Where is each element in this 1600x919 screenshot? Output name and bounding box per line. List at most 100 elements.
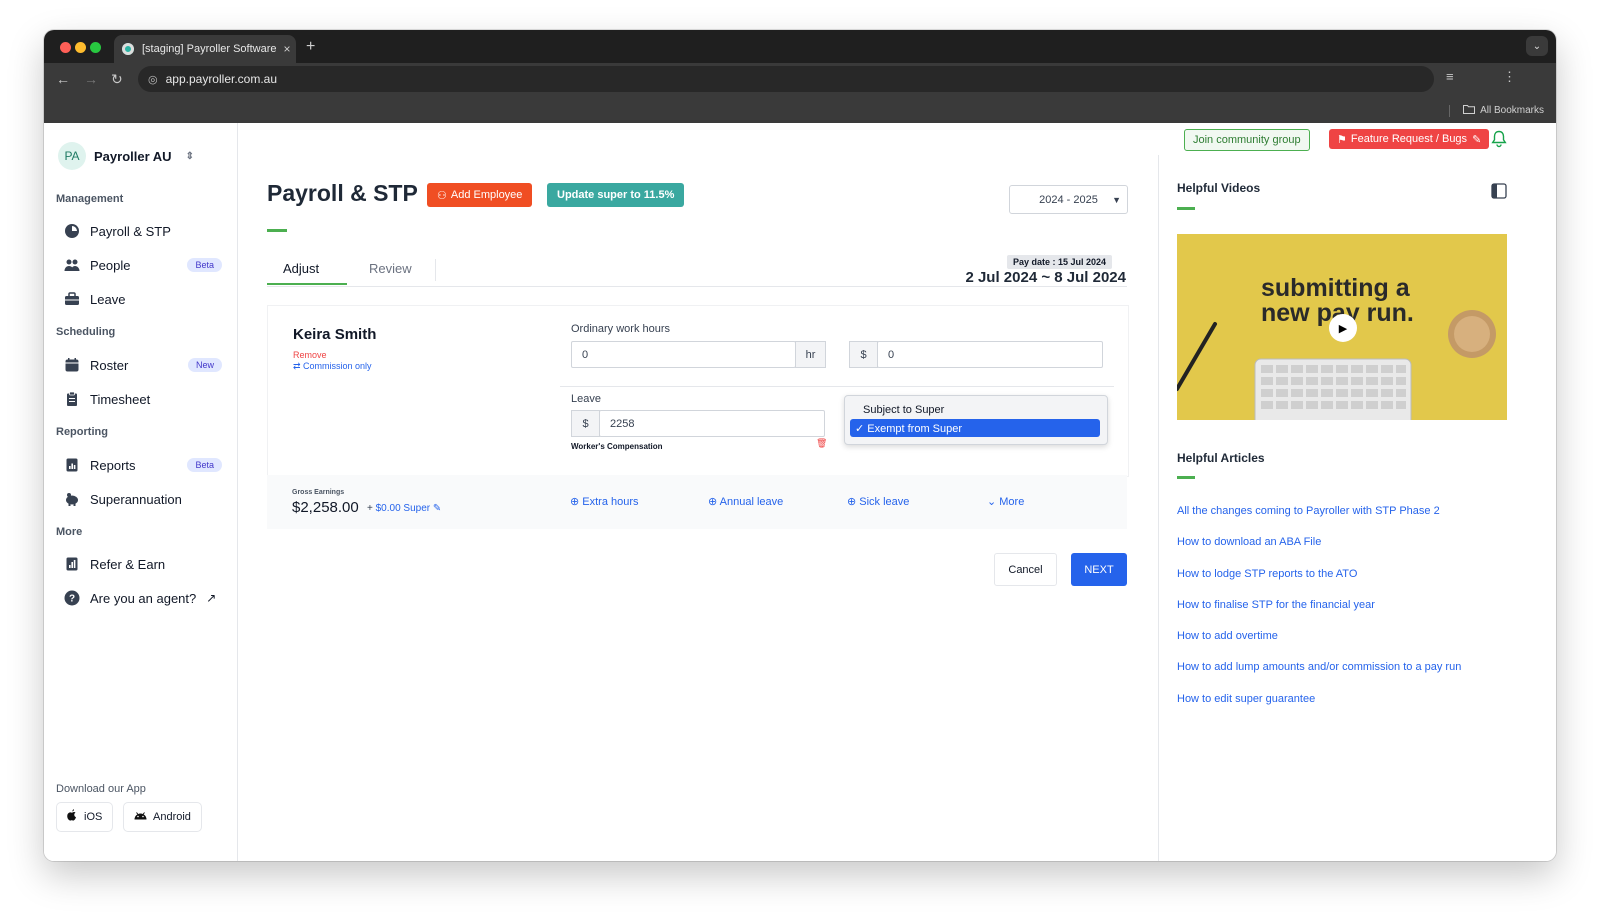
sick-leave-link[interactable]: ⊕ Sick leave xyxy=(847,495,909,508)
address-bar[interactable]: ◎ app.payroller.com.au xyxy=(138,66,1434,92)
help-icon: ? xyxy=(64,590,80,606)
tab-close-icon[interactable]: × xyxy=(278,42,296,56)
leave-currency-addon: $ xyxy=(571,410,600,437)
ios-button[interactable]: iOS xyxy=(56,802,114,832)
browser-tab[interactable]: [staging] Payroller Software × xyxy=(114,35,296,63)
feature-request-button[interactable]: ⚑ Feature Request / Bugs ✎ xyxy=(1329,129,1490,149)
browser-window: [staging] Payroller Software × + ⌄ ← → ↻… xyxy=(44,30,1556,861)
gross-earnings-value: $2,258.00 xyxy=(292,499,359,516)
extra-hours-link[interactable]: ⊕ Extra hours xyxy=(570,495,639,508)
video-thumbnail[interactable]: submitting a new pay run. ▶ xyxy=(1177,234,1507,420)
tab-review[interactable]: Review xyxy=(369,261,412,276)
sidebar-item-roster[interactable]: Roster New xyxy=(64,352,222,378)
org-avatar: PA xyxy=(58,142,86,170)
more-link[interactable]: ⌄ More xyxy=(987,495,1024,508)
join-community-label: Join community group xyxy=(1193,134,1301,146)
remove-link[interactable]: Remove xyxy=(293,350,327,360)
leave-amount-input[interactable]: 2258 xyxy=(599,410,825,437)
apple-icon xyxy=(67,809,78,825)
minimize-window-icon[interactable] xyxy=(75,42,86,53)
article-link[interactable]: How to finalise STP for the financial ye… xyxy=(1177,599,1375,611)
sidebar-item-label: Timesheet xyxy=(90,391,151,407)
refer-icon xyxy=(64,556,80,572)
article-link[interactable]: How to add lump amounts and/or commissio… xyxy=(1177,661,1461,673)
sidebar-item-people[interactable]: People Beta xyxy=(64,252,222,278)
bug-icon: ✎ xyxy=(1472,133,1482,146)
section-reporting: Reporting xyxy=(56,426,108,438)
ordinary-hours-label: Ordinary work hours xyxy=(571,323,671,335)
site-info-icon[interactable]: ◎ xyxy=(148,73,158,86)
annual-leave-link[interactable]: ⊕ Annual leave xyxy=(708,495,783,508)
add-employee-button[interactable]: ⚇ Add Employee xyxy=(427,183,533,207)
article-link[interactable]: How to download an ABA File xyxy=(1177,536,1321,548)
sidebar-item-payroll[interactable]: Payroll & STP xyxy=(64,218,222,244)
article-link[interactable]: All the changes coming to Payroller with… xyxy=(1177,505,1440,517)
ios-label: iOS xyxy=(84,811,103,823)
join-community-button[interactable]: Join community group xyxy=(1184,129,1310,151)
section-scheduling: Scheduling xyxy=(56,326,116,338)
piggy-bank-icon xyxy=(64,491,80,507)
option-exempt-from-super[interactable]: ✓ Exempt from Super xyxy=(850,419,1100,437)
amount-input[interactable]: 0 xyxy=(877,341,1103,368)
video-illustration xyxy=(1177,310,1496,420)
maximize-window-icon[interactable] xyxy=(90,42,101,53)
org-switcher[interactable]: PA Payroller AU ⇕ xyxy=(58,142,194,170)
pay-period-range: 2 Jul 2024 ~ 8 Jul 2024 xyxy=(965,269,1126,286)
new-badge: New xyxy=(187,358,222,372)
sidebar-item-superannuation[interactable]: Superannuation xyxy=(64,486,222,512)
cancel-button[interactable]: Cancel xyxy=(994,553,1057,586)
new-tab-button[interactable]: + xyxy=(306,38,315,56)
update-super-label: Update super to 11.5% xyxy=(557,189,675,201)
android-icon xyxy=(134,811,147,823)
feature-request-label: Feature Request / Bugs xyxy=(1350,133,1468,145)
article-link[interactable]: How to lodge STP reports to the ATO xyxy=(1177,568,1357,580)
year-value: 2024 - 2025 xyxy=(1039,193,1098,206)
sidebar-item-reports[interactable]: Reports Beta xyxy=(64,452,222,478)
active-tab-indicator xyxy=(267,283,347,285)
briefcase-icon xyxy=(64,291,80,307)
flag-icon: ⚑ xyxy=(1337,133,1347,146)
android-button[interactable]: Android xyxy=(123,802,202,832)
update-super-button[interactable]: Update super to 11.5% xyxy=(547,183,685,207)
article-link[interactable]: How to edit super guarantee xyxy=(1177,693,1315,705)
sidebar-item-label: Refer & Earn xyxy=(90,556,166,572)
sidebar-item-refer[interactable]: Refer & Earn xyxy=(64,551,222,577)
sidebar-item-label: Are you an agent? xyxy=(90,590,197,606)
external-link-icon: ↗ xyxy=(206,591,217,605)
next-button[interactable]: NEXT xyxy=(1071,553,1127,586)
super-amount-link[interactable]: + $0.00 Super ✎ xyxy=(367,503,441,514)
bookmarks-bar[interactable]: All Bookmarks xyxy=(1449,104,1544,117)
sidebar-item-agent[interactable]: ? Are you an agent? ↗ xyxy=(64,585,222,611)
commission-only-link[interactable]: ⇄ Commission only xyxy=(293,361,372,372)
reload-icon[interactable]: ↻ xyxy=(111,71,123,88)
forward-icon[interactable]: → xyxy=(84,71,98,87)
clipboard-icon xyxy=(64,391,80,407)
reading-list-icon[interactable]: ≡ xyxy=(1446,69,1454,84)
bell-icon[interactable] xyxy=(1491,130,1507,153)
browser-tabstrip: [staging] Payroller Software × + ⌄ xyxy=(44,30,1556,63)
sidebar-item-label: People xyxy=(90,257,131,273)
earnings-summary: Gross Earnings $2,258.00 + $0.00 Super ✎… xyxy=(267,475,1127,529)
tab-search-icon[interactable]: ⌄ xyxy=(1526,36,1548,56)
employee-name: Keira Smith xyxy=(293,326,377,343)
section-management: Management xyxy=(56,193,124,205)
option-subject-to-super[interactable]: Subject to Super xyxy=(863,404,944,416)
favicon-icon xyxy=(122,43,134,55)
close-window-icon[interactable] xyxy=(60,42,71,53)
svg-text:?: ? xyxy=(69,594,75,605)
trash-icon[interactable]: 🗑 xyxy=(816,438,827,449)
tab-adjust[interactable]: Adjust xyxy=(283,261,319,276)
sidebar-item-leave[interactable]: Leave xyxy=(64,286,222,312)
hr-unit: hr xyxy=(795,341,826,368)
sidebar: PA Payroller AU ⇕ Management Payroll & S… xyxy=(44,123,238,861)
sidebar-item-timesheet[interactable]: Timesheet xyxy=(64,386,222,412)
panel-toggle-icon[interactable] xyxy=(1491,183,1507,204)
super-dropdown[interactable]: Subject to Super ✓ Exempt from Super xyxy=(844,395,1108,445)
hours-input[interactable]: 0 xyxy=(571,341,796,368)
article-link[interactable]: How to add overtime xyxy=(1177,630,1278,642)
back-icon[interactable]: ← xyxy=(56,71,70,87)
add-user-icon: ⚇ xyxy=(437,189,447,202)
all-bookmarks-label: All Bookmarks xyxy=(1480,105,1544,116)
browser-menu-icon[interactable]: ⋮ xyxy=(1503,69,1516,85)
financial-year-select[interactable]: 2024 - 2025 ▼ xyxy=(1009,185,1128,214)
